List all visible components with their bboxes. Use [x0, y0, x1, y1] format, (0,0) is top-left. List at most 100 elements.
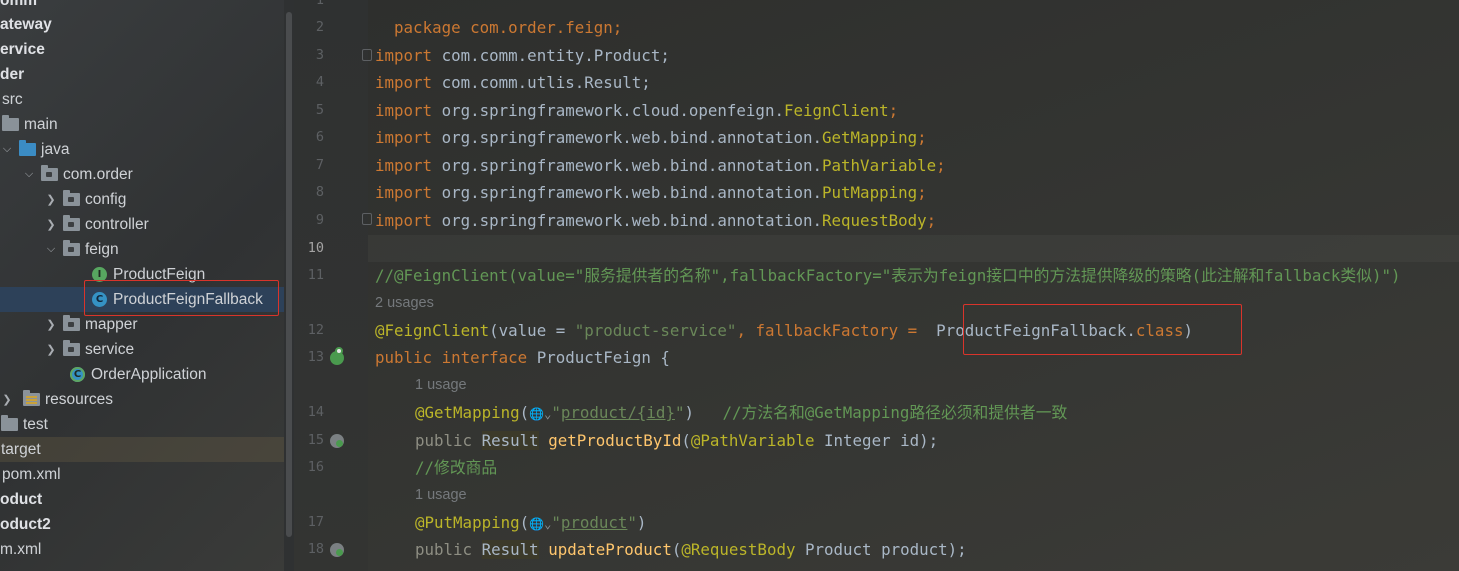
fold-marker-icon[interactable] [362, 213, 372, 225]
tree-item-service[interactable]: ❯ service [0, 337, 284, 362]
class-name: FeignClient [783, 101, 889, 120]
code-text: package com.order.feign; [394, 18, 623, 37]
code-text: org.springframework.web.bind.annotation. [432, 128, 823, 147]
tree-item-pom-xml[interactable]: pom.xml [0, 462, 284, 487]
line-number: 7 [315, 157, 324, 173]
web-endpoint-icon[interactable] [330, 543, 344, 557]
annotation: @PutMapping [415, 513, 520, 532]
chevron-down-icon[interactable]: ⌵ [23, 168, 35, 181]
code-text: Integer id); [814, 431, 939, 450]
tree-item-label: oduct2 [0, 515, 51, 533]
keyword: public [375, 348, 433, 367]
tree-scrollbar[interactable] [284, 0, 294, 571]
chevron-down-icon[interactable]: ⌵ [45, 243, 57, 256]
code-line-6: import org.springframework.web.bind.anno… [375, 124, 927, 151]
line-number: 13 [307, 349, 324, 365]
globe-icon[interactable]: 🌐⌄ [529, 407, 551, 421]
code-text: com.comm.entity.Product; [432, 46, 670, 65]
tree-item-config[interactable]: ❯ config [0, 187, 284, 212]
package-icon [63, 340, 80, 356]
tree-item-label: java [41, 140, 70, 158]
tree-item-target[interactable]: target [0, 437, 284, 462]
web-endpoint-icon[interactable] [330, 434, 344, 448]
code-line-11-comment: //@FeignClient(value="服务提供者的名称",fallback… [375, 266, 1401, 285]
package-icon [63, 315, 80, 331]
chevron-right-icon[interactable]: ❯ [45, 218, 57, 231]
semicolon: ; [917, 183, 927, 202]
tree-item-test[interactable]: test [0, 412, 284, 437]
current-line-highlight [368, 235, 1459, 262]
tree-item-module-gateway[interactable]: ateway [0, 12, 284, 37]
tree-item-com-order[interactable]: ⌵ com.order [0, 162, 284, 187]
keyword: import [375, 211, 433, 230]
tree-item-label: src [2, 90, 23, 108]
tree-item-label: com.order [63, 165, 133, 183]
tree-item-label: omm [0, 0, 38, 9]
tree-item-module-product2[interactable]: oduct2 [0, 512, 284, 537]
line-number: 8 [315, 184, 324, 200]
tree-item-src[interactable]: src [0, 87, 284, 112]
code-text: org.springframework.web.bind.annotation. [432, 183, 823, 202]
tree-item-controller[interactable]: ❯ controller [0, 212, 284, 237]
fold-marker-icon[interactable] [362, 49, 372, 61]
line-number: 1 [315, 0, 324, 8]
usage-hint[interactable]: 1 usage [415, 374, 467, 396]
code-text: ) [636, 513, 647, 532]
tree-item-label: oduct [0, 490, 43, 508]
tree-item-root-pom-xml[interactable]: m.xml [0, 537, 284, 562]
code-text: ( [671, 540, 682, 559]
tree-item-resources[interactable]: ❯ resources [0, 387, 284, 412]
chevron-right-icon[interactable]: ❯ [45, 343, 57, 356]
code-line-1: package com.order.feign; [375, 0, 622, 37]
tree-item-label: ateway [0, 15, 52, 33]
usage-hint[interactable]: 1 usage [415, 484, 467, 506]
resources-folder-icon [23, 390, 40, 406]
class-name: PutMapping [822, 183, 918, 202]
url-path[interactable]: product/{id} [561, 403, 675, 422]
project-tree-panel: omm ateway ervice der src main ⌵ java ⌵ … [0, 0, 284, 571]
method-name: getProductById [548, 431, 682, 450]
chevron-right-icon[interactable]: ❯ [45, 318, 57, 331]
line-number: 3 [315, 47, 324, 63]
string-literal: "product-service" [574, 321, 737, 340]
tree-item-label: ervice [0, 40, 45, 58]
keyword: import [375, 73, 433, 92]
url-path[interactable]: product [561, 513, 628, 532]
keyword: public [415, 431, 473, 450]
code-text: org.springframework.web.bind.annotation. [432, 211, 823, 230]
globe-icon[interactable]: 🌐⌄ [529, 517, 551, 531]
highlight-box [963, 304, 1242, 355]
chevron-down-icon[interactable]: ⌵ [1, 143, 13, 156]
line-number: 5 [315, 102, 324, 118]
tree-item-mapper[interactable]: ❯ mapper [0, 312, 284, 337]
chevron-right-icon[interactable]: ❯ [45, 193, 57, 206]
scrollbar-thumb[interactable] [286, 12, 292, 537]
tree-item-orderapplication[interactable]: C OrderApplication [0, 362, 284, 387]
chevron-right-icon[interactable]: ❯ [1, 393, 13, 406]
code-line-8: import org.springframework.web.bind.anno… [375, 179, 927, 206]
tree-item-main[interactable]: main [0, 112, 284, 137]
code-text: Product product); [795, 540, 967, 559]
class-name: PathVariable [822, 156, 937, 175]
tree-item-java[interactable]: ⌵ java [0, 137, 284, 162]
line-number: 9 [315, 212, 324, 228]
code-text: org.springframework.web.bind.annotation. [432, 156, 823, 175]
tree-item-module-order[interactable]: der [0, 62, 284, 87]
string-literal: " [551, 513, 561, 532]
code-line-9: import org.springframework.web.bind.anno… [375, 207, 936, 234]
annotation: @PathVariable [690, 431, 815, 450]
keyword: public [415, 540, 473, 559]
usages-hint[interactable]: 2 usages [375, 292, 434, 314]
line-number: 2 [315, 19, 324, 35]
implemented-interface-icon[interactable] [330, 347, 344, 365]
tree-item-module-service[interactable]: ervice [0, 37, 284, 62]
comment: //方法名和@GetMapping路径必须和提供者一致 [722, 403, 1068, 422]
tree-item-module-product[interactable]: oduct [0, 487, 284, 512]
tree-item-feign[interactable]: ⌵ feign [0, 237, 284, 262]
line-number: 16 [307, 459, 324, 475]
semicolon: ; [888, 101, 899, 120]
line-number: 15 [307, 432, 324, 448]
tree-item-label: OrderApplication [91, 365, 207, 383]
source-folder-icon [19, 140, 36, 156]
method-name: updateProduct [548, 540, 672, 559]
